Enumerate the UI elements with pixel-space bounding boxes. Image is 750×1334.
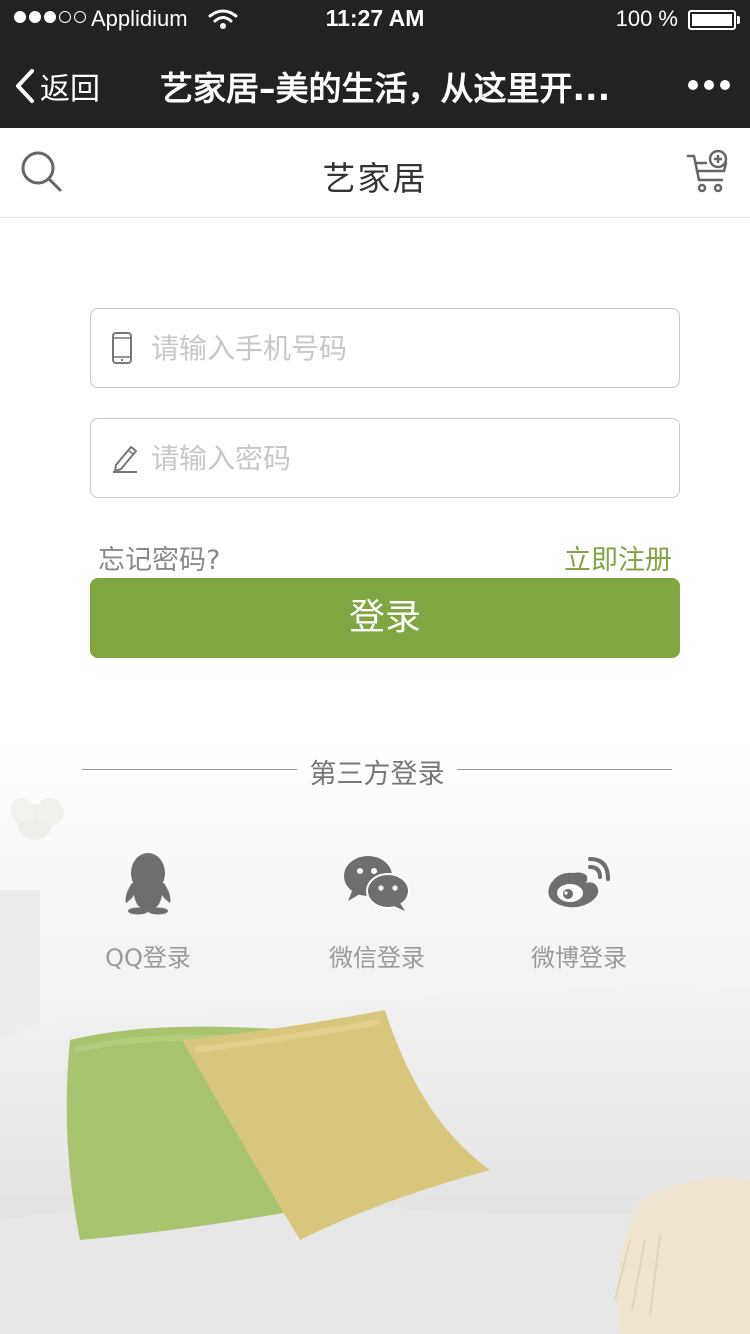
background-sofa-image	[0, 740, 750, 1334]
app-header: 艺家居	[0, 128, 750, 218]
login-button[interactable]: 登录	[90, 578, 680, 658]
status-bar: Applidium 11:27 AM 100 %	[0, 0, 750, 40]
chevron-left-icon	[16, 69, 34, 103]
qq-login-button[interactable]: QQ登录	[68, 848, 228, 973]
divider-line-right	[457, 769, 672, 770]
wechat-icon	[297, 848, 457, 918]
password-field[interactable]	[90, 418, 680, 498]
third-party-divider: 第三方登录	[82, 752, 672, 790]
brand-logo: 艺家居	[322, 159, 428, 198]
phone-input[interactable]	[151, 309, 661, 387]
pencil-icon	[111, 441, 139, 477]
register-link[interactable]: 立即注册	[564, 538, 672, 577]
wechat-login-label: 微信登录	[329, 944, 425, 972]
weibo-login-label: 微博登录	[531, 944, 627, 972]
cart-icon[interactable]	[686, 149, 730, 198]
qq-icon	[68, 848, 228, 918]
phone-field[interactable]	[90, 308, 680, 388]
forgot-password-link[interactable]: 忘记密码?	[98, 538, 220, 577]
nav-bar: 返回 艺家居–美的生活，从这里开...	[0, 40, 750, 128]
wechat-login-button[interactable]: 微信登录	[297, 848, 457, 973]
weibo-login-button[interactable]: 微博登录	[499, 848, 659, 973]
password-input[interactable]	[151, 419, 661, 497]
battery-percent: 100 %	[615, 6, 678, 31]
back-label: 返回	[40, 73, 100, 106]
phone-icon	[111, 331, 133, 369]
page-title: 艺家居–美的生活，从这里开...	[160, 69, 611, 108]
back-button[interactable]: 返回	[14, 64, 100, 108]
battery-icon	[688, 10, 740, 30]
third-party-title: 第三方登录	[309, 759, 445, 790]
more-options-icon[interactable]	[688, 80, 730, 90]
weibo-icon	[499, 848, 659, 918]
qq-login-label: QQ登录	[105, 944, 191, 972]
